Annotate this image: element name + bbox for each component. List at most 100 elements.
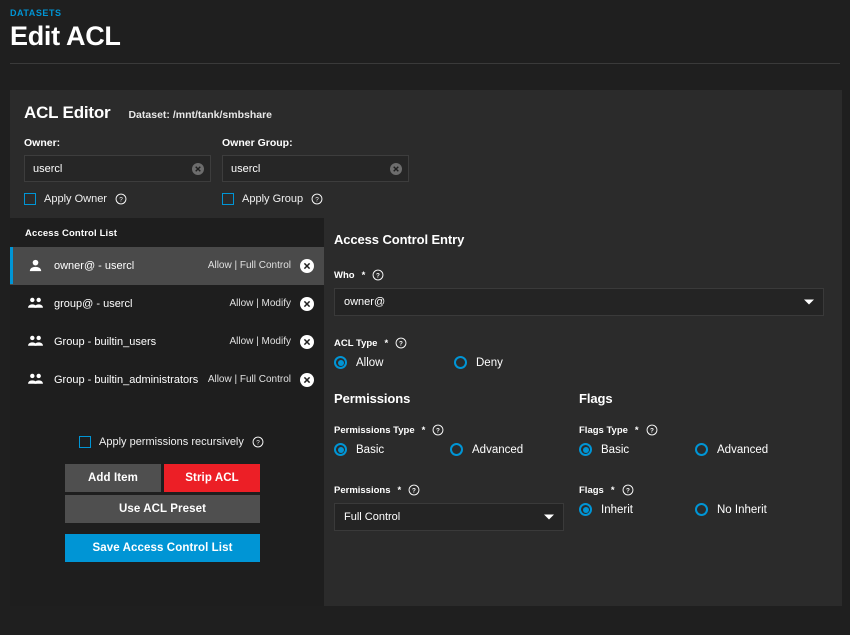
flags-type-option-advanced[interactable]: Advanced — [695, 443, 768, 456]
apply-owner-checkbox[interactable] — [24, 193, 36, 205]
save-acl-button[interactable]: Save Access Control List — [65, 534, 260, 562]
permissions-type-block: Permissions Type * ? Basic Advanced — [334, 424, 579, 456]
flags-value-option-label: No Inherit — [717, 503, 767, 516]
svg-text:?: ? — [399, 340, 403, 347]
radio-indicator — [454, 356, 467, 369]
acl-editor-title-row: ACL Editor Dataset: /mnt/tank/smbshare — [24, 103, 828, 123]
help-icon[interactable]: ? — [395, 337, 407, 349]
acl-type-option-label: Allow — [356, 356, 384, 369]
acl-item-who: Group - builtin_administrators — [54, 373, 199, 386]
acl-type-option-deny[interactable]: Deny — [454, 356, 503, 369]
help-icon[interactable]: ? — [622, 484, 634, 496]
apply-owner-row[interactable]: Apply Owner ? — [24, 193, 211, 205]
help-icon[interactable]: ? — [408, 484, 420, 496]
owner-group-input-value: usercl — [231, 162, 261, 175]
remove-acl-item-button[interactable] — [300, 296, 314, 311]
remove-acl-item-button[interactable] — [300, 372, 314, 387]
acl-list-header: Access Control List — [25, 228, 118, 239]
permissions-type-option-basic[interactable]: Basic — [334, 443, 450, 456]
svg-text:?: ? — [436, 427, 440, 434]
permissions-select[interactable]: Full Control — [334, 503, 564, 531]
apply-recursively-checkbox[interactable] — [79, 436, 91, 448]
clear-icon[interactable] — [192, 162, 204, 175]
permissions-value-label-row: Permissions * ? — [334, 484, 579, 496]
flags-type-option-label: Basic — [601, 443, 630, 456]
dataset-info: Dataset: /mnt/tank/smbshare — [128, 109, 272, 121]
svg-text:?: ? — [376, 272, 380, 279]
remove-acl-item-button[interactable] — [300, 258, 314, 273]
help-icon[interactable]: ? — [432, 424, 444, 436]
acl-item-permission: Allow | Modify — [229, 336, 291, 347]
who-select[interactable]: owner@ — [334, 288, 824, 316]
remove-acl-item-button[interactable] — [300, 334, 314, 349]
svg-text:?: ? — [650, 427, 654, 434]
apply-owner-label: Apply Owner — [44, 193, 107, 205]
owner-group-column: Owner Group: usercl Apply Group ? — [222, 137, 409, 205]
flags-value-option-inherit[interactable]: Inherit — [579, 503, 695, 516]
acl-type-label-row: ACL Type * ? — [334, 337, 824, 349]
permissions-type-option-label: Basic — [356, 443, 385, 456]
owner-fields: Owner: usercl Apply Owner ? Owner Group:… — [24, 137, 828, 205]
owner-group-label: Owner Group: — [222, 137, 293, 149]
close-icon — [303, 262, 311, 269]
permissions-type-required-mark: * — [421, 424, 426, 436]
who-label-row: Who * ? — [334, 269, 824, 281]
radio-indicator — [579, 443, 592, 456]
permissions-type-radio-group: Basic Advanced — [334, 443, 579, 456]
permissions-value-label: Permissions — [334, 484, 391, 496]
radio-indicator — [334, 356, 347, 369]
flags-column: Flags Flags Type * ? Basic Advanced Flag… — [579, 391, 824, 531]
permissions-type-label: Permissions Type — [334, 424, 415, 436]
help-icon[interactable]: ? — [311, 193, 323, 205]
owner-label: Owner: — [24, 137, 61, 149]
user-icon — [29, 259, 42, 272]
acl-item-permission: Allow | Full Control — [207, 260, 291, 271]
dataset-path: /mnt/tank/smbshare — [172, 109, 273, 121]
breadcrumb[interactable]: DATASETS — [10, 8, 850, 18]
flags-type-required-mark: * — [634, 424, 639, 436]
header-divider — [10, 63, 840, 64]
strip-acl-button[interactable]: Strip ACL — [164, 464, 260, 492]
help-icon[interactable]: ? — [252, 436, 264, 448]
apply-recursively-row[interactable]: Apply permissions recursively ? — [79, 436, 269, 448]
who-required-mark: * — [361, 269, 366, 281]
who-label: Who — [334, 269, 355, 281]
permissions-value-required-mark: * — [397, 484, 402, 496]
acl-type-option-allow[interactable]: Allow — [334, 356, 454, 369]
radio-indicator — [695, 443, 708, 456]
apply-group-checkbox[interactable] — [222, 193, 234, 205]
acl-button-row: Add Item Strip ACL — [65, 464, 269, 492]
acl-type-required-mark: * — [384, 337, 389, 349]
close-icon — [393, 165, 399, 172]
help-icon[interactable]: ? — [646, 424, 658, 436]
apply-group-label: Apply Group — [242, 193, 304, 205]
group-icon — [28, 335, 43, 346]
acl-list-item[interactable]: group@ - usercl Allow | Modify — [10, 285, 324, 323]
svg-text:?: ? — [119, 196, 123, 203]
clear-icon[interactable] — [390, 162, 402, 175]
use-acl-preset-button[interactable]: Use ACL Preset — [65, 495, 260, 523]
owner-input[interactable]: usercl — [24, 155, 211, 182]
acl-type-label: ACL Type — [334, 337, 378, 349]
dataset-label: Dataset: — [128, 109, 170, 121]
acl-type-option-label: Deny — [476, 356, 503, 369]
permissions-type-option-advanced[interactable]: Advanced — [450, 443, 523, 456]
chevron-down-icon — [804, 299, 814, 305]
flags-type-radio-group: Basic Advanced — [579, 443, 824, 456]
flags-type-option-basic[interactable]: Basic — [579, 443, 695, 456]
acl-list-item[interactable]: Group - builtin_administrators Allow | F… — [10, 361, 324, 399]
acl-list-item[interactable]: owner@ - usercl Allow | Full Control — [10, 247, 324, 285]
flags-type-label-row: Flags Type * ? — [579, 424, 824, 436]
apply-group-row[interactable]: Apply Group ? — [222, 193, 409, 205]
help-icon[interactable]: ? — [372, 269, 384, 281]
group-icon — [28, 373, 43, 384]
flags-value-option-no-inherit[interactable]: No Inherit — [695, 503, 767, 516]
acl-list-item[interactable]: Group - builtin_users Allow | Modify — [10, 323, 324, 361]
acl-item-permission: Allow | Full Control — [207, 374, 291, 385]
permissions-value-block: Permissions * ? Full Control — [334, 484, 579, 531]
help-icon[interactable]: ? — [115, 193, 127, 205]
radio-indicator — [334, 443, 347, 456]
add-item-button[interactable]: Add Item — [65, 464, 161, 492]
owner-group-input[interactable]: usercl — [222, 155, 409, 182]
permissions-type-label-row: Permissions Type * ? — [334, 424, 579, 436]
